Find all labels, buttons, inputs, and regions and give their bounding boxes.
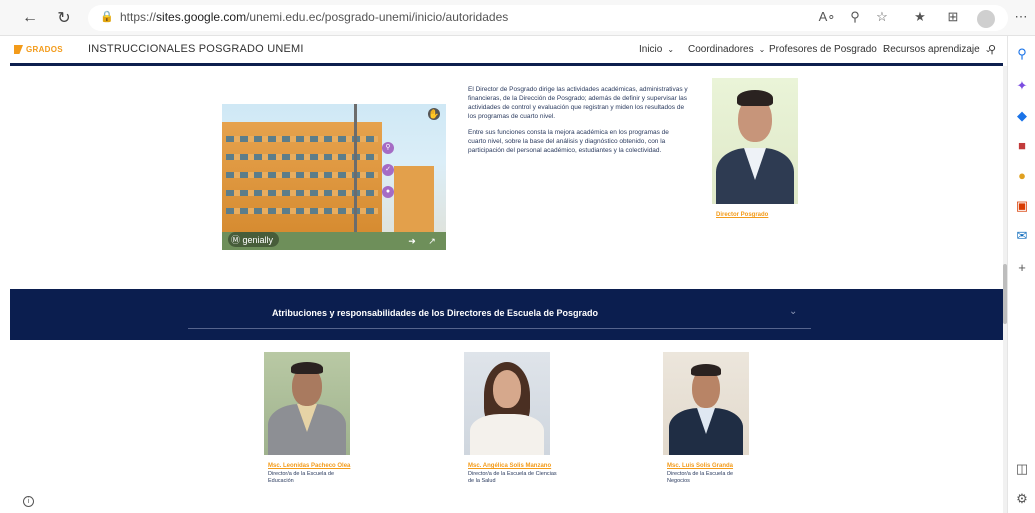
person-hair bbox=[291, 362, 323, 374]
hand-icon[interactable]: ✋ bbox=[428, 108, 440, 120]
school-director-photo bbox=[663, 352, 749, 455]
check-icon[interactable]: ✓ bbox=[382, 164, 394, 176]
share-icon[interactable]: ➜ bbox=[406, 235, 418, 247]
tools-icon[interactable]: ■ bbox=[1014, 138, 1030, 154]
office-icon[interactable]: ▣ bbox=[1014, 198, 1030, 214]
school-director-role: Director/a de la Escuela de Negocios bbox=[667, 471, 734, 484]
back-arrow-icon[interactable]: ← bbox=[20, 8, 40, 28]
description-paragraph: El Director de Posgrado dirige las activ… bbox=[468, 86, 688, 120]
school-director-name-link[interactable]: Msc. Angélica Solis Manzano bbox=[468, 463, 551, 469]
person-hair bbox=[737, 90, 773, 106]
nav-item-coordinadores[interactable]: Coordinadores ⌄ bbox=[688, 44, 765, 55]
person-hair bbox=[691, 364, 721, 376]
school-director-role: Director/a de la Escuela de Educación bbox=[268, 471, 335, 484]
fullscreen-icon[interactable]: ↗ bbox=[426, 235, 438, 247]
reload-icon[interactable]: ↻ bbox=[54, 8, 74, 28]
description-paragraph: Entre sus funciones consta la mejora aca… bbox=[468, 129, 669, 154]
director-photo bbox=[712, 78, 798, 204]
chevron-down-icon: ⌄ bbox=[667, 45, 675, 54]
header-divider bbox=[10, 63, 1003, 66]
add-favorite-icon[interactable]: ☆ bbox=[873, 9, 891, 25]
building-annex bbox=[394, 166, 434, 240]
profile-avatar[interactable] bbox=[977, 10, 995, 28]
address-bar-url[interactable]: https://sites.google.com/unemi.edu.ec/po… bbox=[120, 10, 508, 24]
genially-logo-icon: Ⓜ bbox=[231, 235, 241, 245]
games-icon[interactable]: ● bbox=[1014, 168, 1030, 184]
site-header: GRADOS INSTRUCCIONALES POSGRADO UNEMI In… bbox=[10, 37, 1003, 63]
pole bbox=[354, 104, 357, 250]
nav-item-label: Coordinadores bbox=[688, 44, 754, 55]
director-caption-link[interactable]: Director Posgrado bbox=[716, 212, 768, 218]
more-menu-icon[interactable]: ⋯ bbox=[1012, 9, 1030, 25]
search-icon[interactable]: ⚲ bbox=[1014, 46, 1030, 62]
nav-item-label: Inicio bbox=[639, 44, 663, 55]
outlook-icon[interactable]: ✉ bbox=[1014, 228, 1030, 244]
lock-icon[interactable]: ● bbox=[382, 186, 394, 198]
shopping-tag-icon[interactable]: ◆ bbox=[1014, 108, 1030, 124]
person-blazer bbox=[470, 414, 544, 455]
search-icon[interactable]: ⚲ bbox=[382, 142, 394, 154]
school-director-name-link[interactable]: Msc. Leonidas Pacheco Olea bbox=[268, 463, 350, 469]
genially-label: genially bbox=[242, 235, 274, 245]
genially-embed[interactable]: ⚲ ✓ ● ✋ Ⓜ genially ➜ ↗ bbox=[222, 104, 446, 250]
nav-item-profesores[interactable]: Profesores de Posgrado ⌄ bbox=[769, 44, 889, 55]
info-icon[interactable]: i bbox=[23, 496, 34, 507]
add-icon[interactable]: + bbox=[1014, 260, 1030, 276]
zoom-icon[interactable]: ⚲ bbox=[846, 9, 864, 25]
lock-icon[interactable]: 🔒 bbox=[98, 10, 116, 23]
site-logo[interactable]: GRADOS bbox=[26, 45, 63, 54]
browser-toolbar: ← ↻ 🔒 https://sites.google.com/unemi.edu… bbox=[0, 0, 1035, 36]
sidebar-toggle-icon[interactable]: ◫ bbox=[1014, 461, 1030, 477]
browser-sidebar: ⚲ ✦ ◆ ■ ● ▣ ✉ + ◫ ⚙ bbox=[1007, 36, 1035, 513]
search-icon[interactable]: ⚲ bbox=[988, 43, 996, 56]
banner-title: Atribuciones y responsabilidades de los … bbox=[271, 308, 599, 318]
nav-item-recursos[interactable]: Recursos aprendizaje ⌄ bbox=[883, 44, 991, 55]
collections-icon[interactable]: ⊞ bbox=[944, 9, 962, 25]
school-director-role: Director/a de la Escuela de Ciencias de … bbox=[468, 471, 557, 484]
person-face bbox=[493, 370, 521, 408]
school-director-name-link[interactable]: Msc. Luis Solis Granda bbox=[667, 463, 733, 469]
banner-divider bbox=[188, 328, 811, 329]
nav-item-label: Recursos aprendizaje bbox=[883, 44, 980, 55]
director-description: El Director de Posgrado dirige las activ… bbox=[468, 85, 688, 155]
site-title[interactable]: INSTRUCCIONALES POSGRADO UNEMI bbox=[88, 43, 304, 55]
favorites-icon[interactable]: ★ bbox=[911, 9, 929, 25]
school-director-photo bbox=[264, 352, 350, 455]
settings-gear-icon[interactable]: ⚙ bbox=[1014, 491, 1030, 507]
page-scrollbar[interactable] bbox=[1003, 66, 1007, 513]
chevron-down-icon[interactable]: ⌄ bbox=[789, 306, 797, 317]
accordion-banner[interactable]: Atribuciones y responsabilidades de los … bbox=[10, 289, 1003, 340]
chevron-down-icon: ⌄ bbox=[758, 45, 766, 54]
scrollbar-thumb[interactable] bbox=[1003, 264, 1007, 324]
copilot-icon[interactable]: ✦ bbox=[1014, 78, 1030, 94]
school-director-photo bbox=[464, 352, 550, 455]
genially-badge[interactable]: Ⓜ genially bbox=[228, 232, 280, 247]
read-aloud-icon[interactable]: A∘ bbox=[818, 9, 836, 25]
nav-item-inicio[interactable]: Inicio ⌄ bbox=[639, 44, 674, 55]
building-image bbox=[222, 122, 382, 240]
nav-item-label: Profesores de Posgrado bbox=[769, 44, 877, 55]
logo-icon bbox=[14, 45, 23, 54]
